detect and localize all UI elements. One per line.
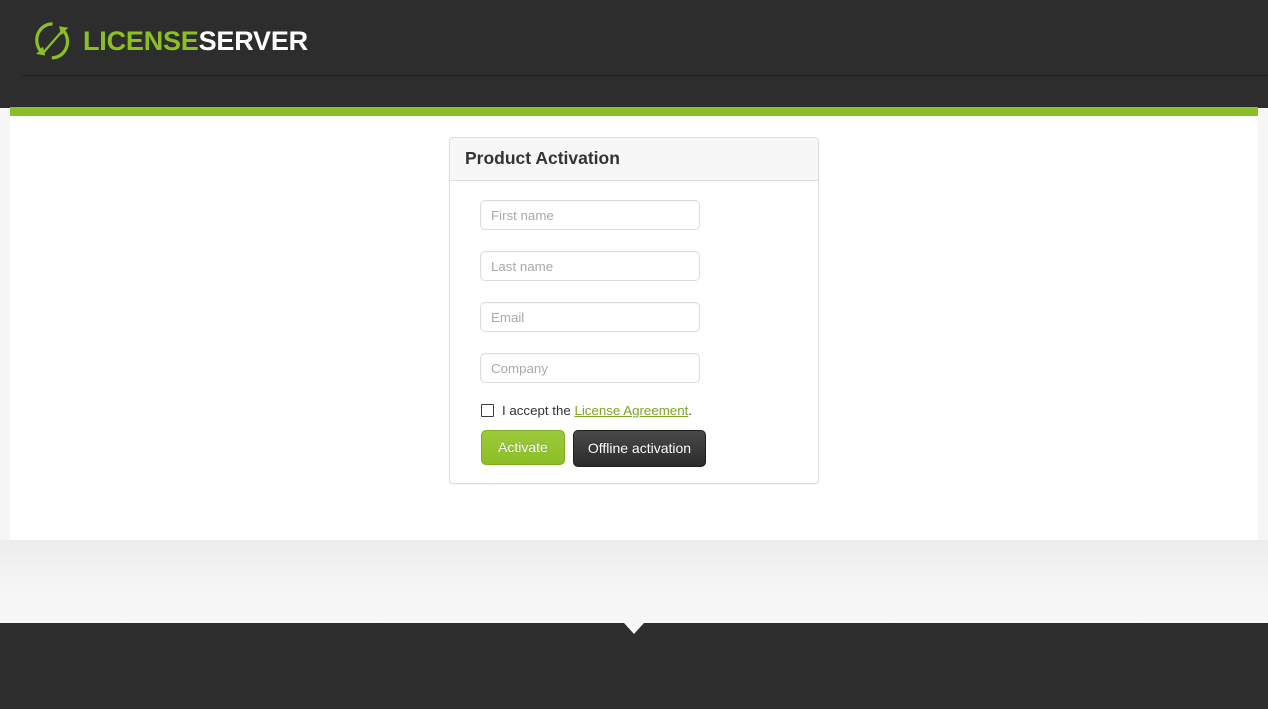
page-footer: ABOUT @ ZeroTurnaround AS 2009-2015 Ülik… (0, 623, 1268, 709)
header-inner: LICENSESERVER (10, 0, 1268, 108)
product-activation-panel: Product Activation I accept the License … (449, 137, 819, 484)
header-divider (22, 75, 1268, 76)
zeroturnaround-circular-arrows-icon (35, 22, 70, 60)
footer-top-notch (624, 623, 644, 634)
email-input[interactable] (480, 302, 700, 333)
brand-text-server: SERVER (198, 25, 309, 56)
last-name-input[interactable] (480, 251, 700, 282)
page-lower-background (0, 540, 1268, 623)
panel-body: I accept the License Agreement. Activate… (450, 181, 818, 482)
license-agreement-link[interactable]: License Agreement (574, 403, 688, 418)
action-button-row: Activate Offline activation (481, 429, 803, 467)
first-name-input[interactable] (480, 200, 700, 231)
brand-text-license: LICENSE (83, 25, 199, 56)
accept-prefix-text: I accept the (502, 403, 575, 419)
offline-activation-button[interactable]: Offline activation (572, 429, 707, 467)
page-header: LICENSESERVER (0, 0, 1268, 108)
accept-suffix-text: . (688, 403, 692, 419)
activate-button[interactable]: Activate (481, 429, 565, 465)
license-accept-row: I accept the License Agreement. (480, 404, 803, 417)
brand-wordmark: LICENSESERVER (83, 25, 309, 56)
accept-license-checkbox[interactable] (481, 404, 494, 418)
accept-license-label: I accept the License Agreement. (502, 404, 692, 417)
brand-logo[interactable]: LICENSESERVER (32, 20, 308, 62)
accent-bar (10, 107, 1258, 116)
company-input[interactable] (480, 353, 700, 384)
panel-header: Product Activation (450, 138, 818, 182)
page-title: Product Activation (465, 148, 620, 168)
